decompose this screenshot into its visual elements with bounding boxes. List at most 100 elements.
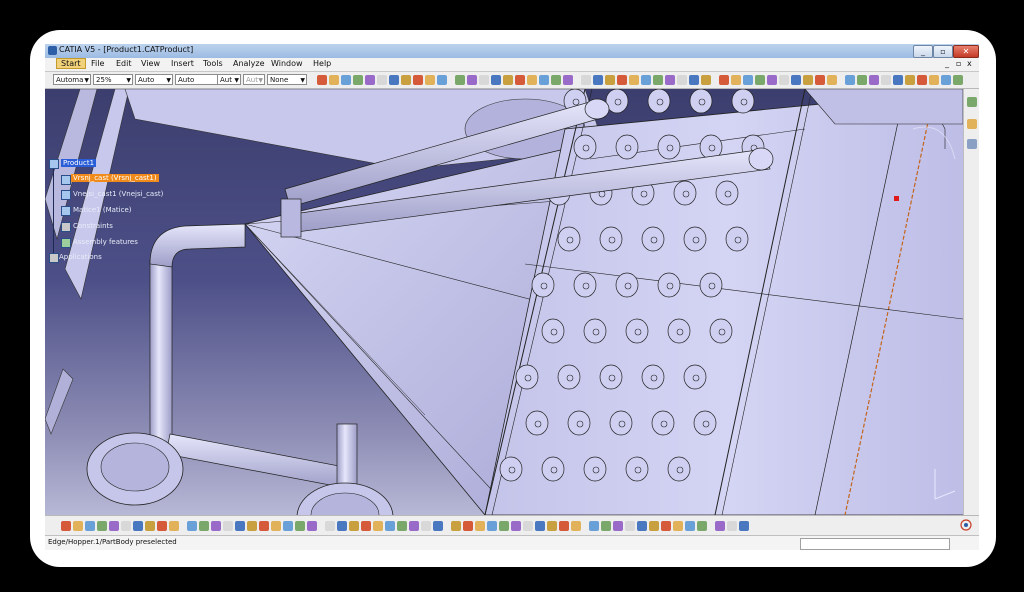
toolbar-tool-icon[interactable] xyxy=(881,75,891,85)
tree-node-product1[interactable]: Product1 xyxy=(61,159,97,167)
command-input[interactable] xyxy=(800,538,950,550)
menu-help[interactable]: Help xyxy=(313,59,331,68)
toolbar-tool-icon[interactable] xyxy=(515,75,525,85)
toolbar-tool-icon[interactable] xyxy=(337,521,347,531)
toolbar-tool-icon[interactable] xyxy=(365,75,375,85)
tree-node-applications[interactable]: Applications xyxy=(59,253,102,261)
toolbar-tool-icon[interactable] xyxy=(697,521,707,531)
toolbar-tool-icon[interactable] xyxy=(551,75,561,85)
toolbar-tool-icon[interactable] xyxy=(601,521,611,531)
toolbar-tool-icon[interactable] xyxy=(563,75,573,85)
zoom-combo[interactable]: 25% ▼ xyxy=(93,74,133,85)
toolbar-tool-icon[interactable] xyxy=(791,75,801,85)
toolbar-tool-icon[interactable] xyxy=(845,75,855,85)
toolbar-tool-icon[interactable] xyxy=(373,521,383,531)
toolbar-tool-icon[interactable] xyxy=(199,521,209,531)
toolbar-tool-icon[interactable] xyxy=(559,521,569,531)
toolbar-tool-icon[interactable] xyxy=(653,75,663,85)
minimize-button[interactable]: _ xyxy=(913,45,933,58)
toolbar-tool-icon[interactable] xyxy=(739,521,749,531)
toolbar-tool-icon[interactable] xyxy=(535,521,545,531)
thickness-combo[interactable]: Aut ▼ xyxy=(243,74,265,85)
toolbar-tool-icon[interactable] xyxy=(463,521,473,531)
tree-node-matice[interactable]: Matice1 (Matice) xyxy=(73,206,132,214)
toolbar-tool-icon[interactable] xyxy=(929,75,939,85)
toolbar-tool-icon[interactable] xyxy=(385,521,395,531)
toolbar-tool-icon[interactable] xyxy=(539,75,549,85)
3d-viewport[interactable]: Product1 Vrsnj_cast (Vrsnj_cast1) Vnejsi… xyxy=(45,89,963,515)
toolbar-tool-icon[interactable] xyxy=(409,521,419,531)
linetype-combo[interactable]: Aut ▼ xyxy=(217,74,241,85)
layer-combo[interactable]: None ▼ xyxy=(267,74,307,85)
toolbar-tool-icon[interactable] xyxy=(893,75,903,85)
toolbar-tool-icon[interactable] xyxy=(437,75,447,85)
toolbar-tool-icon[interactable] xyxy=(637,521,647,531)
toolbar-tool-icon[interactable] xyxy=(341,75,351,85)
toolbar-tool-icon[interactable] xyxy=(589,521,599,531)
toolbar-tool-icon[interactable] xyxy=(571,521,581,531)
toolbar-tool-icon[interactable] xyxy=(397,521,407,531)
toolbar-tool-icon[interactable] xyxy=(503,75,513,85)
toolbar-tool-icon[interactable] xyxy=(905,75,915,85)
toolbar-tool-icon[interactable] xyxy=(685,521,695,531)
toolbar-tool-icon[interactable] xyxy=(353,75,363,85)
menu-file[interactable]: File xyxy=(91,59,104,68)
tree-node-vrsnj-cast[interactable]: Vrsnj_cast (Vrsnj_cast1) xyxy=(71,174,159,182)
tree-node-assembly-features[interactable]: Assembly features xyxy=(73,238,138,246)
toolbar-tool-icon[interactable] xyxy=(61,521,71,531)
measure-icon[interactable] xyxy=(967,139,977,149)
color-combo[interactable]: Auto ▼ xyxy=(135,74,173,85)
menu-analyze[interactable]: Analyze xyxy=(233,59,265,68)
toolbar-tool-icon[interactable] xyxy=(377,75,387,85)
toolbar-tool-icon[interactable] xyxy=(803,75,813,85)
toolbar-tool-icon[interactable] xyxy=(361,521,371,531)
toolbar-tool-icon[interactable] xyxy=(629,75,639,85)
toolbar-tool-icon[interactable] xyxy=(677,75,687,85)
toolbar-tool-icon[interactable] xyxy=(581,75,591,85)
toolbar-tool-icon[interactable] xyxy=(433,521,443,531)
toolbar-tool-icon[interactable] xyxy=(499,521,509,531)
toolbar-tool-icon[interactable] xyxy=(869,75,879,85)
toolbar-tool-icon[interactable] xyxy=(755,75,765,85)
sketcher-icon[interactable] xyxy=(967,97,977,107)
toolbar-tool-icon[interactable] xyxy=(727,521,737,531)
close-button[interactable]: ✕ xyxy=(953,45,979,58)
toolbar-tool-icon[interactable] xyxy=(917,75,927,85)
toolbar-tool-icon[interactable] xyxy=(283,521,293,531)
toolbar-tool-icon[interactable] xyxy=(329,75,339,85)
toolbar-tool-icon[interactable] xyxy=(325,521,335,531)
hand-tool-icon[interactable] xyxy=(967,119,977,129)
toolbar-tool-icon[interactable] xyxy=(617,75,627,85)
toolbar-tool-icon[interactable] xyxy=(73,521,83,531)
toolbar-tool-icon[interactable] xyxy=(605,75,615,85)
toolbar-tool-icon[interactable] xyxy=(479,75,489,85)
doc-close-button[interactable]: x xyxy=(967,59,972,68)
toolbar-tool-icon[interactable] xyxy=(425,75,435,85)
toolbar-tool-icon[interactable] xyxy=(259,521,269,531)
toolbar-tool-icon[interactable] xyxy=(743,75,753,85)
toolbar-tool-icon[interactable] xyxy=(523,521,533,531)
toolbar-tool-icon[interactable] xyxy=(307,521,317,531)
toolbar-tool-icon[interactable] xyxy=(451,521,461,531)
toolbar-tool-icon[interactable] xyxy=(689,75,699,85)
toolbar-tool-icon[interactable] xyxy=(85,521,95,531)
toolbar-tool-icon[interactable] xyxy=(665,75,675,85)
menu-tools[interactable]: Tools xyxy=(203,59,223,68)
toolbar-tool-icon[interactable] xyxy=(815,75,825,85)
toolbar-tool-icon[interactable] xyxy=(421,521,431,531)
toolbar-tool-icon[interactable] xyxy=(511,521,521,531)
toolbar-tool-icon[interactable] xyxy=(157,521,167,531)
toolbar-tool-icon[interactable] xyxy=(767,75,777,85)
toolbar-tool-icon[interactable] xyxy=(401,75,411,85)
toolbar-tool-icon[interactable] xyxy=(169,521,179,531)
toolbar-tool-icon[interactable] xyxy=(223,521,233,531)
toolbar-tool-icon[interactable] xyxy=(349,521,359,531)
toolbar-tool-icon[interactable] xyxy=(211,521,221,531)
toolbar-tool-icon[interactable] xyxy=(413,75,423,85)
toolbar-tool-icon[interactable] xyxy=(941,75,951,85)
menu-view[interactable]: View xyxy=(141,59,160,68)
toolbar-tool-icon[interactable] xyxy=(491,75,501,85)
toolbar-tool-icon[interactable] xyxy=(235,521,245,531)
toolbar-tool-icon[interactable] xyxy=(641,75,651,85)
toolbar-tool-icon[interactable] xyxy=(731,75,741,85)
